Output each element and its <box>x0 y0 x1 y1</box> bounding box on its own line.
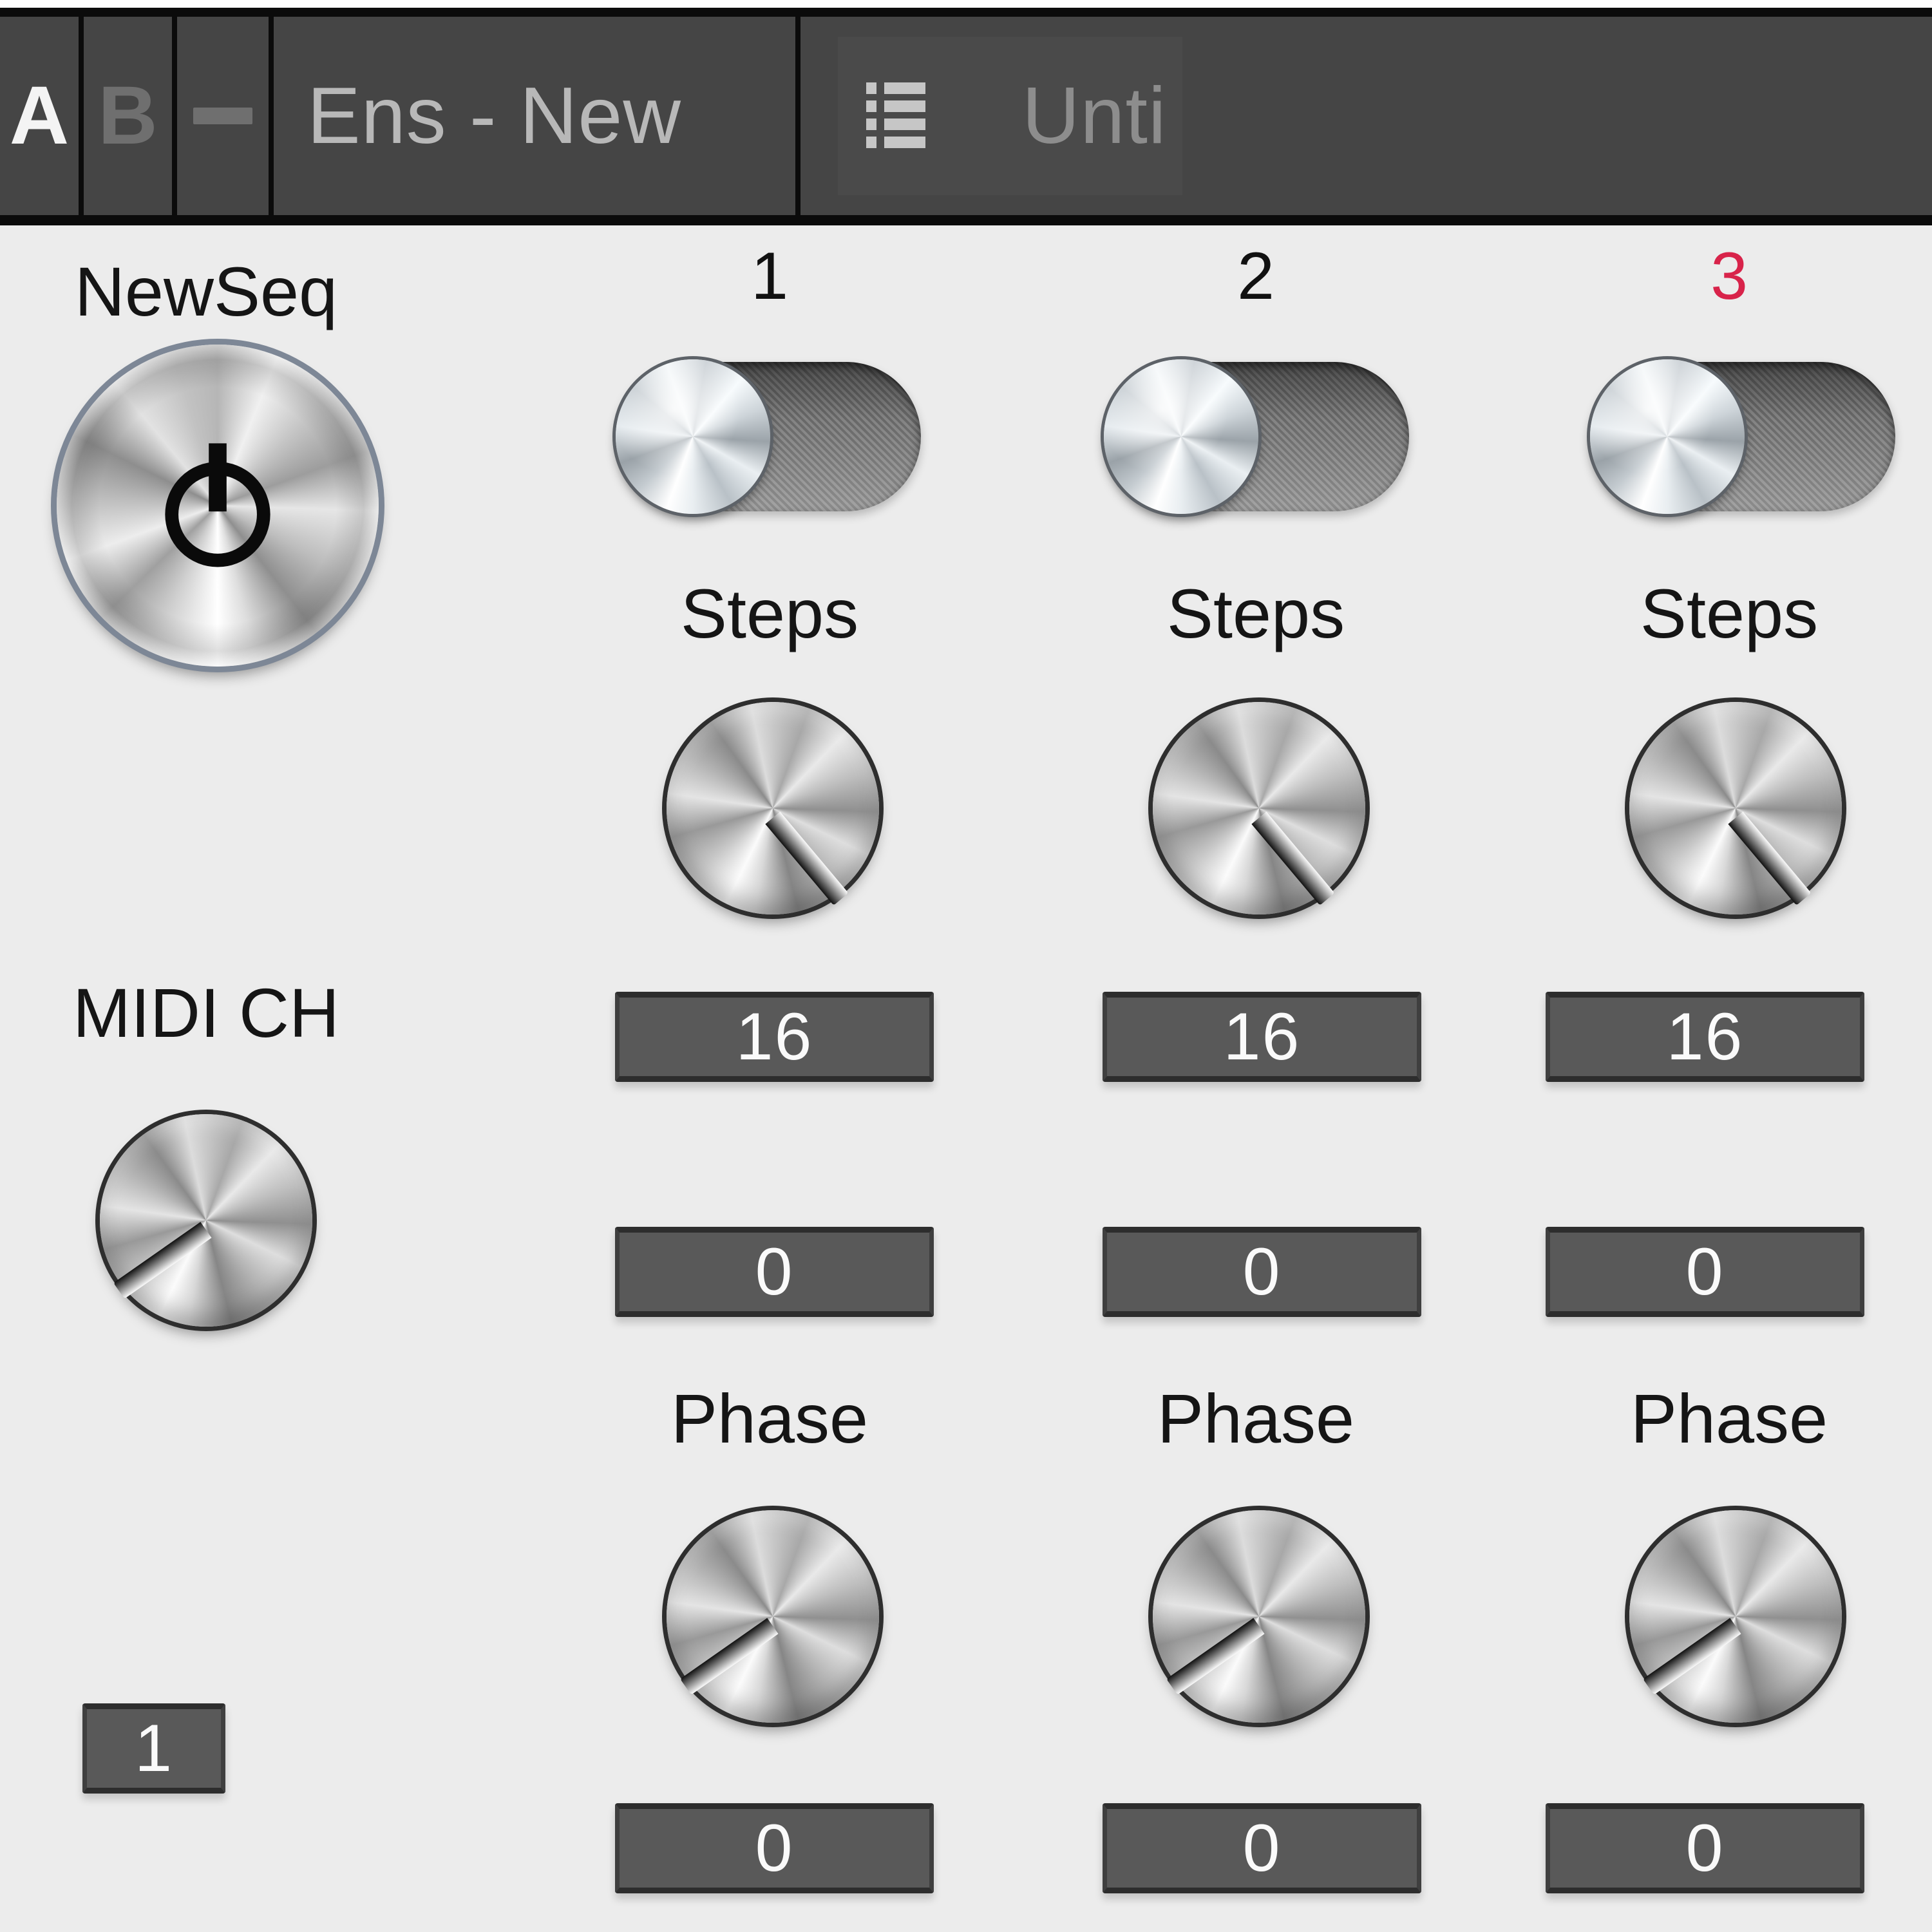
power-button[interactable] <box>57 345 379 667</box>
snapshot-bank-a-label: A <box>9 70 70 162</box>
knob-pointer <box>1728 811 1812 905</box>
phase-knob[interactable] <box>667 1510 879 1723</box>
midi-channel-display[interactable]: 1 <box>82 1703 225 1794</box>
voice-enable-toggle[interactable] <box>1104 359 1409 514</box>
window-top-edge <box>0 0 1932 8</box>
knob-pointer <box>680 1618 779 1695</box>
voice-enable-toggle[interactable] <box>1590 359 1895 514</box>
steps-secondary-display[interactable]: 0 <box>1546 1227 1864 1317</box>
steps-secondary-display[interactable]: 0 <box>1103 1227 1421 1317</box>
power-icon <box>165 443 270 567</box>
steps-display[interactable]: 16 <box>1546 992 1864 1082</box>
instrument-name-label: Ens - New <box>307 71 681 160</box>
list-icon[interactable] <box>866 80 925 152</box>
phase-value: 0 <box>1242 1811 1282 1886</box>
steps-knob[interactable] <box>1629 702 1842 914</box>
module-title: NewSeq <box>74 252 338 330</box>
steps-display[interactable]: 16 <box>1103 992 1421 1082</box>
midi-channel-value: 1 <box>135 1711 173 1786</box>
control-surface: NewSeq MIDI CH 1 1 Steps 16 0 Phase 0 2 … <box>0 225 1932 1932</box>
phase-value: 0 <box>1685 1811 1725 1886</box>
steps-value: 16 <box>1223 999 1301 1074</box>
toggle-thumb <box>1590 359 1745 514</box>
knob-pointer <box>1166 1618 1265 1695</box>
steps-display[interactable]: 16 <box>615 992 934 1082</box>
phase-knob[interactable] <box>1629 1510 1842 1723</box>
toggle-thumb <box>616 359 770 514</box>
snapshot-bank-a-button[interactable]: A <box>0 17 84 215</box>
document-selector[interactable]: Unti <box>800 17 1932 215</box>
document-name-label: Unti <box>1022 71 1167 160</box>
voice-enable-toggle[interactable] <box>616 359 921 514</box>
phase-display[interactable]: 0 <box>615 1803 934 1893</box>
snapshot-bank-b-label: B <box>98 70 158 162</box>
snapshot-bank-b-button[interactable]: B <box>84 17 177 215</box>
collapse-button[interactable] <box>177 17 274 215</box>
steps-label: Steps <box>1640 574 1819 652</box>
voice-index-label: 3 <box>1710 239 1748 314</box>
steps-value: 16 <box>735 999 813 1074</box>
instrument-toolbar: A B Ens - New Unti <box>0 8 1932 225</box>
steps-secondary-value: 0 <box>1685 1235 1725 1309</box>
phase-label: Phase <box>1157 1379 1355 1457</box>
minus-icon <box>193 108 252 124</box>
phase-label: Phase <box>1630 1379 1828 1457</box>
voice-index-label: 2 <box>1237 239 1274 314</box>
knob-pointer <box>765 811 849 905</box>
phase-display[interactable]: 0 <box>1103 1803 1421 1893</box>
knob-pointer <box>1643 1618 1741 1695</box>
toggle-thumb <box>1104 359 1258 514</box>
phase-knob[interactable] <box>1153 1510 1365 1723</box>
midi-channel-knob[interactable] <box>100 1114 312 1327</box>
steps-secondary-display[interactable]: 0 <box>615 1227 934 1317</box>
steps-secondary-value: 0 <box>755 1235 794 1309</box>
midi-channel-label: MIDI CH <box>73 974 339 1052</box>
voice-index-label: 1 <box>751 239 788 314</box>
phase-display[interactable]: 0 <box>1546 1803 1864 1893</box>
steps-value: 16 <box>1666 999 1744 1074</box>
knob-pointer <box>113 1222 212 1299</box>
sequencer-panel: A B Ens - New Unti NewSeq MIDI CH 1 1 St… <box>0 0 1932 1932</box>
instrument-name-field[interactable]: Ens - New <box>274 17 800 215</box>
knob-pointer <box>1251 811 1335 905</box>
steps-label: Steps <box>680 574 859 652</box>
phase-value: 0 <box>755 1811 794 1886</box>
steps-secondary-value: 0 <box>1242 1235 1282 1309</box>
steps-label: Steps <box>1166 574 1345 652</box>
steps-knob[interactable] <box>1153 702 1365 914</box>
phase-label: Phase <box>670 1379 869 1457</box>
steps-knob[interactable] <box>667 702 879 914</box>
